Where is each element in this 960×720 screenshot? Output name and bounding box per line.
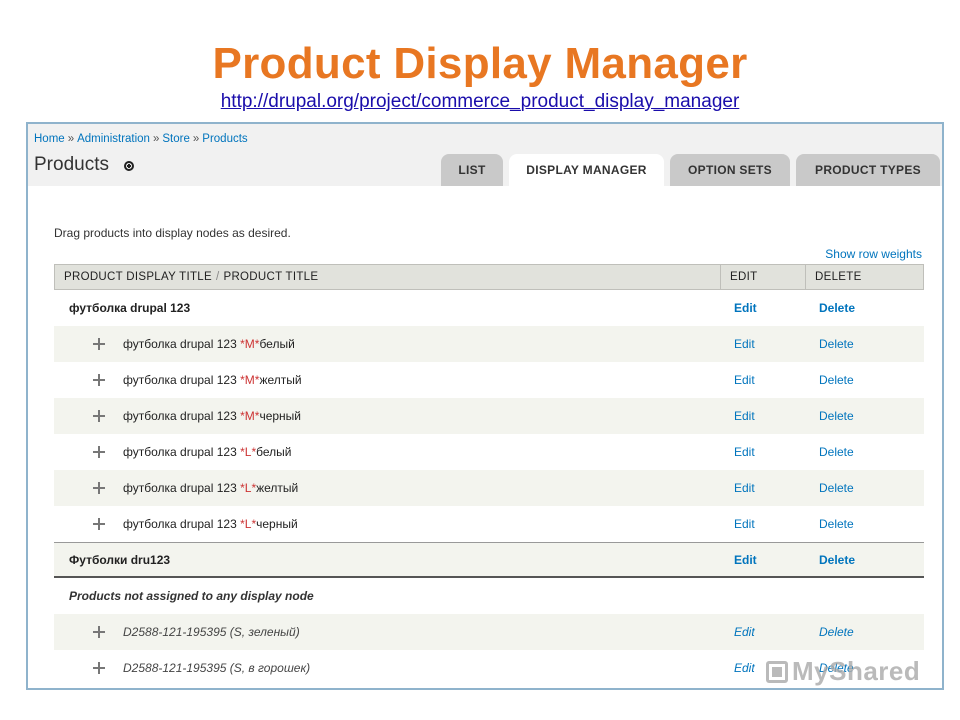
display-node-title: футболка drupal 123 — [69, 301, 191, 315]
admin-header: Home» Administration» Store» Products Produ… — [28, 124, 942, 186]
breadcrumb-products[interactable]: Products — [202, 133, 247, 145]
page-title: Products — [34, 154, 109, 175]
product-title: футболка drupal 123 *M*белый — [123, 337, 295, 351]
product-row[interactable]: футболка drupal 123 *L*желтый Edit Delet… — [54, 470, 924, 506]
breadcrumb-separator: » — [192, 133, 200, 145]
delete-link[interactable]: Delete — [807, 373, 924, 387]
tab-display-manager[interactable]: DISPLAY MANAGER — [509, 154, 664, 186]
screenshot-frame: Home» Administration» Store» Products Produ… — [26, 122, 944, 690]
breadcrumb-home[interactable]: Home — [34, 133, 65, 145]
breadcrumb-separator: » — [152, 133, 160, 145]
header-slash: / — [215, 271, 220, 283]
display-node-title: Футболки dru123 — [69, 552, 171, 567]
tab-option-sets[interactable]: OPTION SETS — [670, 154, 790, 186]
tab-list[interactable]: LIST — [441, 154, 503, 186]
product-title: футболка drupal 123 *L*черный — [123, 517, 298, 531]
drag-handle-icon[interactable] — [92, 517, 106, 531]
column-header-delete: DELETE — [815, 271, 862, 283]
tab-product-types[interactable]: PRODUCT TYPES — [796, 154, 940, 186]
unassigned-label: Products not assigned to any display nod… — [69, 589, 314, 603]
drag-handle-icon[interactable] — [92, 625, 106, 639]
column-header-title[interactable]: PRODUCT DISPLAY TITLE / PRODUCT TITLE — [55, 265, 721, 289]
delete-link[interactable]: Delete — [807, 481, 924, 495]
product-row[interactable]: футболка drupal 123 *M*черный Edit Delet… — [54, 398, 924, 434]
delete-link[interactable]: Delete — [807, 517, 924, 531]
product-title: футболка drupal 123 *L*желтый — [123, 481, 299, 495]
watermark-logo: MyShared — [766, 656, 920, 687]
breadcrumb-store[interactable]: Store — [162, 133, 190, 145]
breadcrumb-administration[interactable]: Administration — [77, 133, 150, 145]
product-row[interactable]: футболка drupal 123 *M*желтый Edit Delet… — [54, 362, 924, 398]
edit-link[interactable]: Edit — [722, 301, 807, 315]
column-header-edit: EDIT — [721, 265, 806, 289]
edit-link[interactable]: Edit — [722, 337, 807, 351]
delete-link[interactable]: Delete — [807, 553, 924, 567]
delete-link[interactable]: Delete — [807, 409, 924, 423]
header-display-title: PRODUCT DISPLAY TITLE — [64, 271, 212, 283]
delete-link[interactable]: Delete — [807, 337, 924, 351]
edit-link[interactable]: Edit — [722, 373, 807, 387]
unassigned-section-row: Products not assigned to any display nod… — [54, 578, 924, 614]
project-link[interactable]: http://drupal.org/project/commerce_produ… — [221, 91, 740, 112]
product-title: футболка drupal 123 *M*черный — [123, 409, 301, 423]
drag-handle-icon[interactable] — [92, 409, 106, 423]
watermark-icon — [766, 661, 788, 683]
delete-link[interactable]: Delete — [807, 625, 924, 639]
product-title: футболка drupal 123 *M*желтый — [123, 373, 302, 387]
add-shortcut-icon[interactable] — [124, 161, 134, 171]
product-row[interactable]: футболка drupal 123 *L*черный Edit Delet… — [54, 506, 924, 542]
delete-link[interactable]: Delete — [807, 301, 924, 315]
edit-link[interactable]: Edit — [722, 553, 807, 567]
drag-handle-icon[interactable] — [92, 373, 106, 387]
product-title: D2588-121-195395 (S, зеленый) — [123, 625, 300, 639]
products-table: PRODUCT DISPLAY TITLE / PRODUCT TITLE EDIT… — [54, 264, 924, 686]
drag-handle-icon[interactable] — [92, 661, 106, 675]
slide-link-wrap: http://drupal.org/project/commerce_produ… — [0, 90, 960, 114]
slide-title: Product Display Manager — [212, 39, 748, 88]
delete-link[interactable]: Delete — [807, 445, 924, 459]
header-product-title: PRODUCT TITLE — [223, 271, 319, 283]
drag-handle-icon[interactable] — [92, 337, 106, 351]
edit-link[interactable]: Edit — [722, 445, 807, 459]
display-node-row[interactable]: футболка drupal 123 Edit Delete — [54, 290, 924, 326]
drag-handle-icon[interactable] — [92, 445, 106, 459]
product-title: D2588-121-195395 (S, в горошек) — [123, 661, 311, 675]
display-node-row[interactable]: Футболки dru123 Edit Delete — [54, 542, 924, 578]
product-row[interactable]: футболка drupal 123 *L*белый Edit Delete — [54, 434, 924, 470]
edit-link[interactable]: Edit — [722, 625, 807, 639]
edit-link[interactable]: Edit — [722, 409, 807, 423]
unassigned-product-row[interactable]: D2588-121-195395 (S, зеленый) Edit Delet… — [54, 614, 924, 650]
show-row-weights-link[interactable]: Show row weights — [825, 247, 922, 261]
breadcrumb: Home» Administration» Store» Products — [34, 133, 248, 145]
watermark-text: MyShared — [792, 656, 921, 686]
drag-handle-icon[interactable] — [92, 481, 106, 495]
product-title: футболка drupal 123 *L*белый — [123, 445, 292, 459]
table-header: PRODUCT DISPLAY TITLE / PRODUCT TITLE EDIT… — [54, 264, 924, 290]
intro-text: Drag products into display nodes as desi… — [54, 226, 291, 240]
product-row[interactable]: футболка drupal 123 *M*белый Edit Delete — [54, 326, 924, 362]
edit-link[interactable]: Edit — [722, 481, 807, 495]
edit-link[interactable]: Edit — [722, 517, 807, 531]
breadcrumb-separator: » — [67, 133, 75, 145]
tab-bar: LIST DISPLAY MANAGER OPTION SETS PRODUCT… — [435, 154, 940, 186]
